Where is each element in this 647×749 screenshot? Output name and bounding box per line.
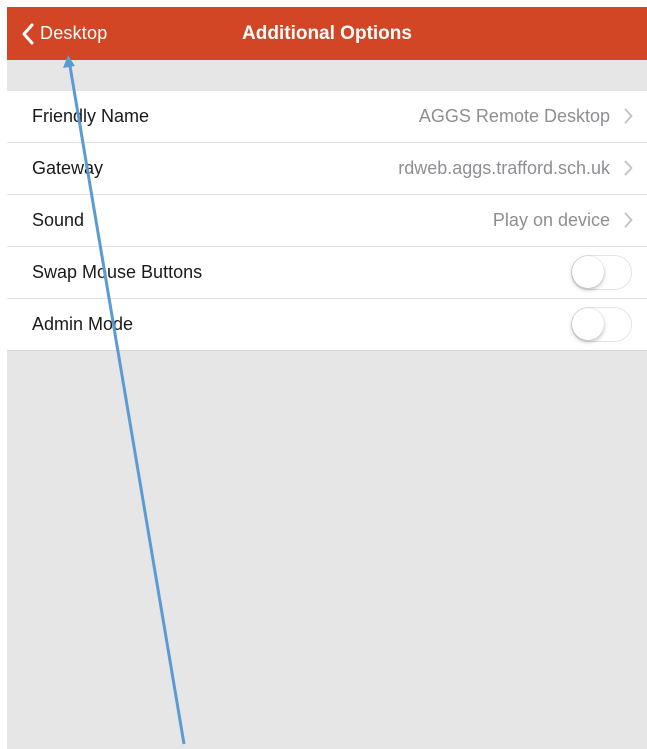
row-label: Swap Mouse Buttons <box>32 262 203 282</box>
chevron-right-icon <box>624 108 633 124</box>
chevron-left-icon <box>22 23 34 44</box>
row-gateway[interactable]: Gateway rdweb.aggs.trafford.sch.uk <box>7 143 647 195</box>
row-value: AGGS Remote Desktop <box>418 106 610 126</box>
chevron-right-icon <box>624 212 633 228</box>
toggle-knob <box>572 308 604 340</box>
row-value: rdweb.aggs.trafford.sch.uk <box>398 158 610 178</box>
row-friendly-name[interactable]: Friendly Name AGGS Remote Desktop <box>7 91 647 143</box>
row-label: Sound <box>32 210 85 230</box>
settings-list: Friendly Name AGGS Remote Desktop Gatewa… <box>7 91 647 351</box>
navigation-bar: Desktop Additional Options <box>7 7 647 60</box>
chevron-right-icon <box>624 160 633 176</box>
app-window: Desktop Additional Options Friendly Name… <box>7 7 647 749</box>
swap-mouse-buttons-toggle[interactable] <box>571 255 632 290</box>
back-button-label: Desktop <box>40 23 108 43</box>
row-value: Play on device <box>492 210 610 230</box>
admin-mode-toggle[interactable] <box>571 307 632 342</box>
row-swap-mouse-buttons: Swap Mouse Buttons <box>7 247 647 299</box>
toggle-knob <box>572 256 604 288</box>
row-sound[interactable]: Sound Play on device <box>7 195 647 247</box>
row-label: Gateway <box>32 158 104 178</box>
row-label: Friendly Name <box>32 106 150 126</box>
row-admin-mode: Admin Mode <box>7 299 647 351</box>
back-button[interactable]: Desktop <box>21 7 107 60</box>
row-label: Admin Mode <box>32 314 134 334</box>
